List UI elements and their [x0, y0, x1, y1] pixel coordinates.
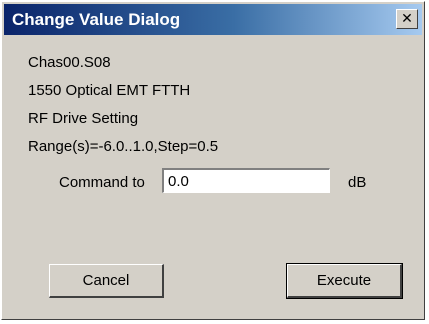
- close-icon: ✕: [401, 11, 413, 27]
- change-value-dialog: Change Value Dialog ✕ Chas00.S08 1550 Op…: [1, 1, 425, 320]
- title-bar[interactable]: Change Value Dialog ✕: [4, 4, 422, 35]
- chassis-label: Chas00.S08: [28, 54, 111, 71]
- dialog-title: Change Value Dialog: [12, 10, 181, 29]
- command-value-input[interactable]: [162, 168, 330, 193]
- module-label: 1550 Optical EMT FTTH: [28, 82, 191, 99]
- command-label: Command to: [59, 174, 145, 191]
- close-button[interactable]: ✕: [396, 9, 418, 29]
- cancel-button[interactable]: Cancel: [49, 264, 164, 298]
- execute-button[interactable]: Execute: [286, 263, 403, 299]
- setting-label: RF Drive Setting: [28, 110, 139, 127]
- range-label: Range(s)=-6.0..1.0,Step=0.5: [28, 138, 219, 155]
- unit-label: dB: [348, 174, 367, 191]
